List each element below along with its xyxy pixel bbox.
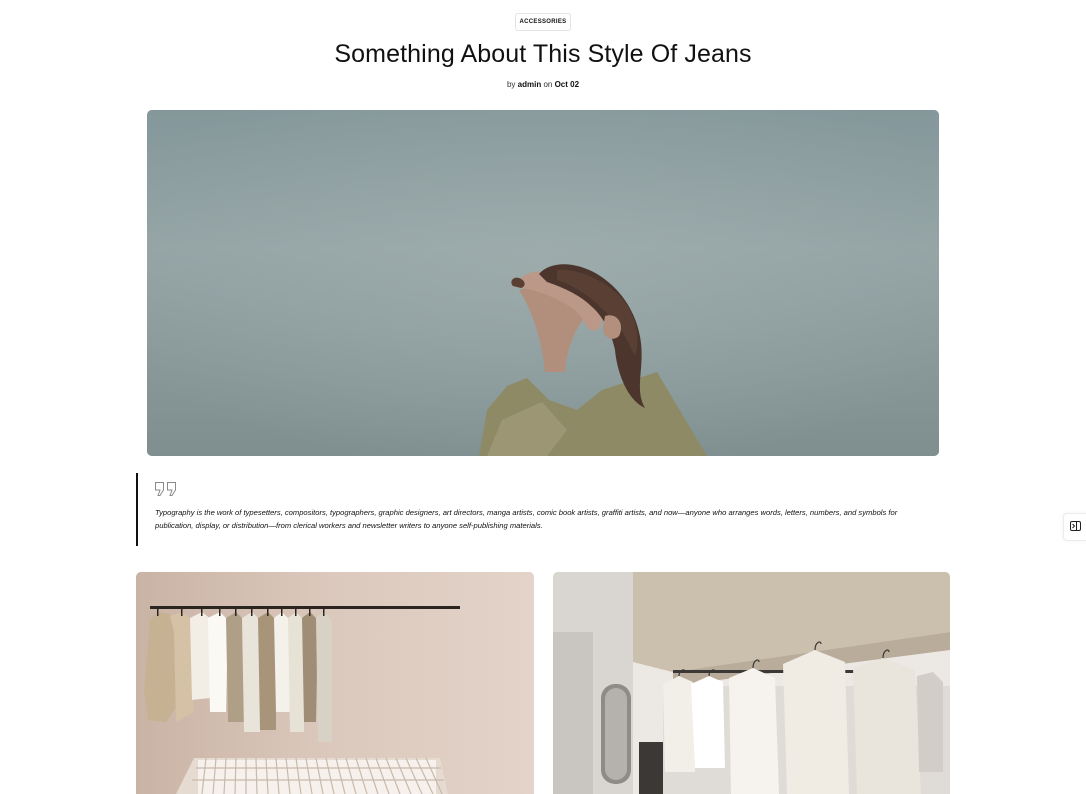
gallery-image-store-interior xyxy=(553,572,950,794)
quote-text: Typography is the work of typesetters, c… xyxy=(155,508,898,530)
gallery-image-clothing-rack xyxy=(136,572,534,794)
hero-illustration xyxy=(147,110,939,456)
post-meta: by admin on Oct 02 xyxy=(0,80,1086,89)
hero-image xyxy=(147,110,939,456)
store-interior-illustration xyxy=(553,572,950,794)
sidebar-toggle-icon xyxy=(1069,518,1081,536)
post-date: Oct 02 xyxy=(554,80,580,89)
meta-by-label: by xyxy=(506,80,516,89)
blog-post-page: ACCESSORIES Something About This Style O… xyxy=(0,0,1086,794)
meta-on-label: on xyxy=(543,80,553,89)
post-title: Something About This Style Of Jeans xyxy=(334,40,752,68)
quote-mark-icon xyxy=(154,481,178,497)
sidebar-toggle-button[interactable] xyxy=(1063,513,1086,541)
category-badge[interactable]: ACCESSORIES xyxy=(515,13,571,31)
clothing-rack-illustration xyxy=(136,572,534,794)
blockquote: Typography is the work of typesetters, c… xyxy=(136,473,938,546)
author-link[interactable]: admin xyxy=(518,80,542,89)
